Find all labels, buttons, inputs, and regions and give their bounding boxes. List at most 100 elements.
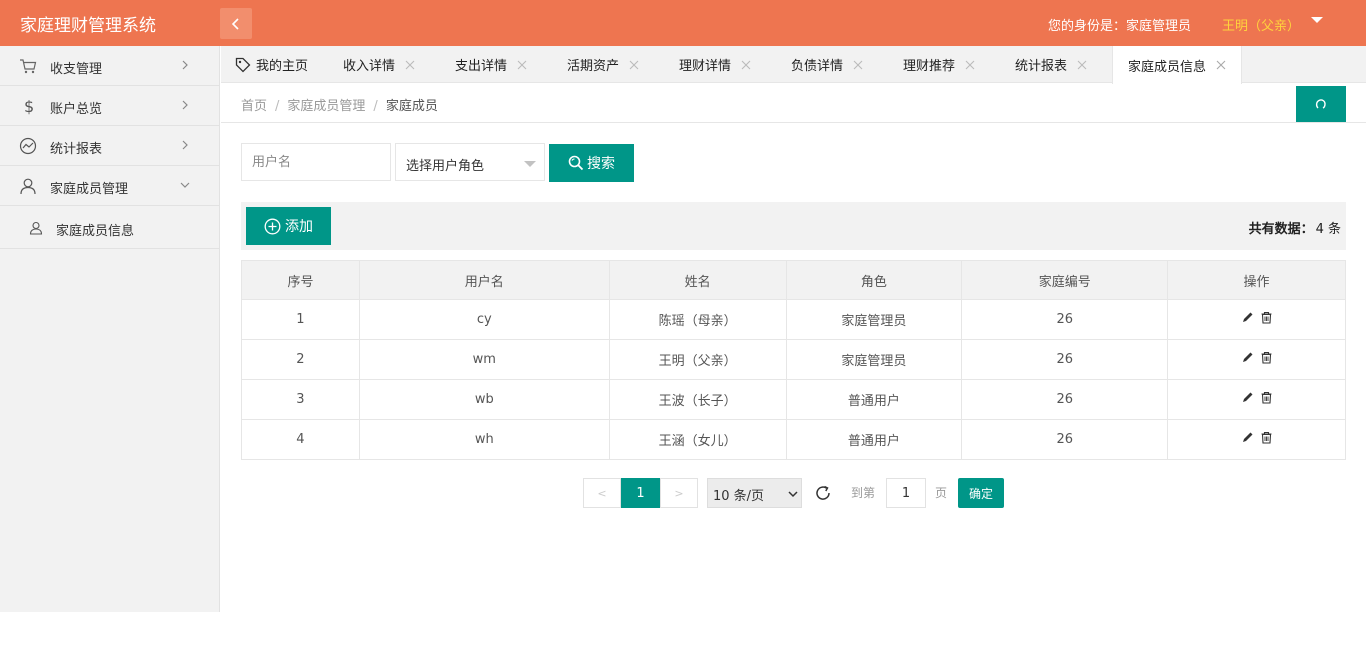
tab-bar: 我的主页 收入详情 支出详情 活期资产 理财详情 负债详情 理财推荐 统计报表 … — [221, 46, 1366, 84]
close-icon[interactable] — [741, 60, 751, 70]
tab-label: 我的主页 — [256, 59, 309, 74]
search-icon — [568, 155, 584, 171]
user-icon — [20, 178, 36, 195]
cell-actions — [1167, 299, 1346, 340]
goto-page-input[interactable] — [886, 478, 926, 508]
total-count: 共有数据： 4 条 — [1249, 218, 1341, 237]
tab-liabilities[interactable]: 负债详情 — [791, 46, 863, 83]
breadcrumb-row: 首页 / 家庭成员管理 / 家庭成员 — [221, 84, 1366, 123]
trash-icon[interactable] — [1260, 311, 1273, 324]
next-page-button[interactable]: > — [660, 478, 698, 508]
tab-reports[interactable]: 统计报表 — [1015, 46, 1087, 83]
cell-name: 王明（父亲） — [608, 339, 787, 380]
tab-home[interactable]: 我的主页 — [235, 46, 308, 83]
user-menu[interactable]: 王明（父亲） — [1222, 15, 1300, 34]
cell-role: 家庭管理员 — [785, 299, 963, 340]
column-header-family: 家庭编号 — [961, 260, 1169, 300]
table-row: 2 wm 王明（父亲） 家庭管理员 26 — [241, 339, 1346, 380]
tab-recommend[interactable]: 理财推荐 — [903, 46, 975, 83]
chevron-left-icon — [231, 17, 239, 30]
tab-current-assets[interactable]: 活期资产 — [567, 46, 639, 83]
tab-finance[interactable]: 理财详情 — [679, 46, 751, 83]
edit-icon[interactable] — [1241, 311, 1254, 324]
total-label: 共有数据： — [1248, 222, 1314, 237]
identity-text: 您的身份是：家庭管理员 — [1048, 19, 1192, 34]
cell-username: wm — [358, 339, 610, 380]
edit-icon[interactable] — [1241, 431, 1254, 444]
sidebar-item-label: 统计报表 — [50, 142, 103, 157]
close-icon[interactable] — [1216, 60, 1226, 70]
cell-name: 王波（长子） — [608, 379, 787, 420]
chevron-down-icon — [180, 182, 190, 188]
page-refresh-button[interactable] — [1296, 86, 1346, 122]
pager-refresh-button[interactable] — [813, 478, 833, 508]
column-header-no: 序号 — [241, 260, 360, 300]
chevron-right-icon — [182, 140, 188, 150]
sidebar-subitem-family-info[interactable]: 家庭成员信息 — [0, 206, 219, 249]
add-member-button[interactable]: 添加 — [246, 207, 331, 245]
cell-username: wb — [358, 379, 610, 420]
goto-label: 到第 — [851, 486, 876, 500]
tab-label: 理财推荐 — [903, 59, 956, 74]
tab-income[interactable]: 收入详情 — [343, 46, 415, 83]
breadcrumb-section[interactable]: 家庭成员管理 — [287, 99, 365, 114]
breadcrumb-current: 家庭成员 — [385, 99, 438, 114]
sidebar-item-reports[interactable]: 统计报表 — [0, 126, 219, 166]
search-button[interactable]: 搜索 — [549, 144, 634, 182]
close-icon[interactable] — [965, 60, 975, 70]
total-value: 4 条 — [1315, 222, 1341, 237]
tab-label: 收入详情 — [343, 59, 396, 74]
sidebar-item-family-management[interactable]: 家庭成员管理 — [0, 166, 219, 206]
column-header-name: 姓名 — [608, 260, 787, 300]
username-search-input[interactable] — [241, 143, 391, 181]
role-select[interactable]: 选择用户角色 — [395, 143, 545, 181]
sidebar-item-label: 收支管理 — [50, 62, 103, 77]
trash-icon[interactable] — [1260, 351, 1273, 364]
trash-icon[interactable] — [1260, 431, 1273, 444]
tab-label: 统计报表 — [1015, 59, 1068, 74]
top-header: 家庭理财管理系统 您的身份是：家庭管理员 王明（父亲） — [0, 0, 1366, 46]
dollar-icon: $ — [24, 97, 34, 115]
tab-expense[interactable]: 支出详情 — [455, 46, 527, 83]
close-icon[interactable] — [517, 60, 527, 70]
caret-down-icon — [524, 161, 536, 167]
sidebar-toggle-button[interactable] — [220, 8, 252, 39]
close-icon[interactable] — [629, 60, 639, 70]
cell-family: 26 — [961, 339, 1169, 380]
close-icon[interactable] — [405, 60, 415, 70]
tab-family-info[interactable]: 家庭成员信息 — [1112, 46, 1243, 84]
page-size-select[interactable]: 10 条/页 — [707, 478, 802, 508]
cell-name: 王涵（女儿） — [608, 419, 787, 460]
table-row: 3 wb 王波（长子） 普通用户 26 — [241, 379, 1346, 420]
column-header-username: 用户名 — [358, 260, 610, 300]
page-1-button[interactable]: 1 — [621, 478, 660, 508]
sidebar-item-income-expense[interactable]: 收支管理 — [0, 46, 219, 86]
close-icon[interactable] — [853, 60, 863, 70]
app-title: 家庭理财管理系统 — [20, 16, 156, 36]
edit-icon[interactable] — [1241, 391, 1254, 404]
goto-confirm-button[interactable]: 确定 — [958, 478, 1004, 508]
cell-name: 陈瑶（母亲） — [608, 299, 787, 340]
caret-down-icon[interactable] — [1311, 17, 1323, 23]
add-circle-icon — [264, 218, 281, 234]
page-label: 页 — [935, 486, 948, 500]
tab-label: 理财详情 — [679, 59, 732, 74]
breadcrumb-home[interactable]: 首页 — [241, 99, 267, 114]
search-button-label: 搜索 — [587, 156, 615, 172]
cell-no: 2 — [241, 339, 360, 380]
table-row: 1 cy 陈瑶（母亲） 家庭管理员 26 — [241, 299, 1346, 340]
sidebar-item-accounts[interactable]: $ 账户总览 — [0, 86, 219, 126]
edit-icon[interactable] — [1241, 351, 1254, 364]
table-toolbar: 添加 共有数据： 4 条 — [241, 202, 1346, 250]
trash-icon[interactable] — [1260, 391, 1273, 404]
sidebar-subitem-label: 家庭成员信息 — [56, 224, 135, 239]
cell-actions — [1167, 419, 1346, 460]
role-select-value: 选择用户角色 — [406, 159, 485, 174]
cell-role: 家庭管理员 — [785, 339, 963, 380]
prev-page-button[interactable]: < — [583, 478, 621, 508]
cell-family: 26 — [961, 419, 1169, 460]
cell-family: 26 — [961, 299, 1169, 340]
cell-no: 3 — [241, 379, 360, 420]
close-icon[interactable] — [1077, 60, 1087, 70]
tab-label: 家庭成员信息 — [1128, 59, 1207, 75]
